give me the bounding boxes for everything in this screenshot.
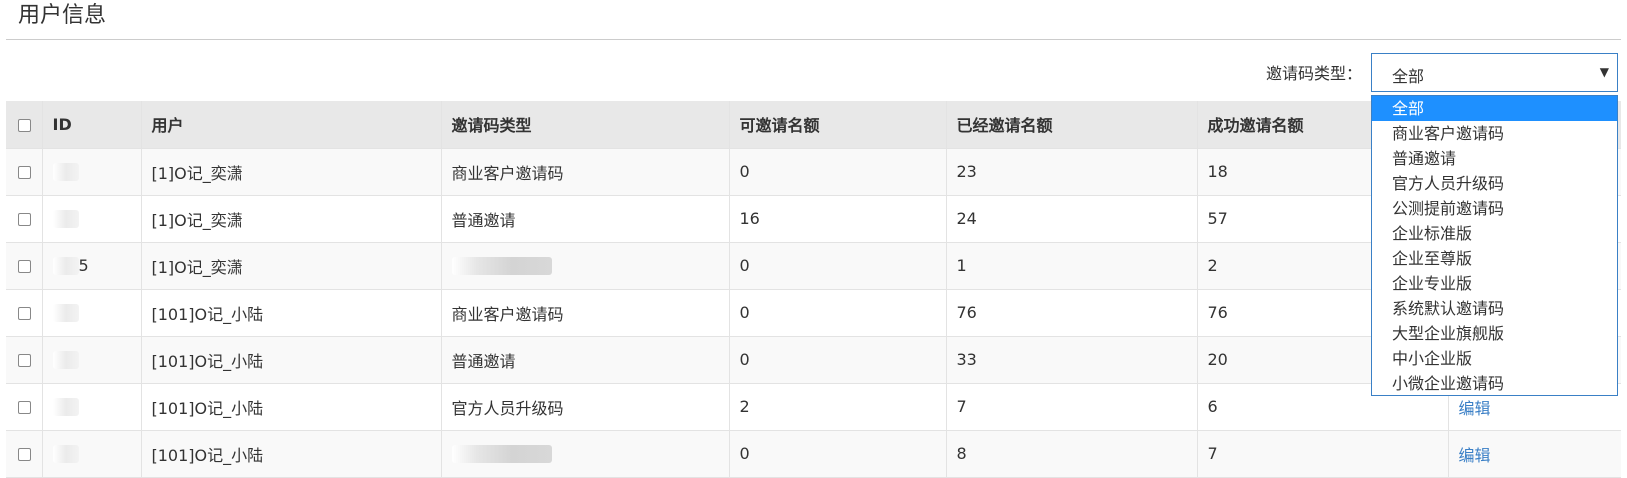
- cell-user: [101]O记_小陆: [140, 383, 441, 431]
- select-all-checkbox-cell[interactable]: [6, 101, 42, 149]
- cell-invite-type: 官方人员升级码: [440, 383, 729, 431]
- cell-action: 编辑: [1447, 430, 1621, 478]
- row-checkbox[interactable]: [18, 307, 31, 320]
- column-header-id[interactable]: ID: [41, 101, 141, 149]
- cell-invite-type: 商业客户邀请码: [440, 289, 729, 337]
- column-header-user[interactable]: 用户: [140, 101, 441, 149]
- chevron-down-icon: ▼: [1599, 65, 1609, 79]
- cell-available: 0: [728, 430, 946, 478]
- cell-invite-type: [440, 430, 729, 478]
- cell-available: 2: [728, 383, 946, 431]
- column-header-invite-type[interactable]: 邀请码类型: [440, 101, 729, 149]
- row-checkbox[interactable]: [18, 401, 31, 414]
- cell-user: [101]O记_小陆: [140, 336, 441, 384]
- table-row: [101]O记_小陆 0 8 7 编辑: [6, 430, 1621, 478]
- edit-link[interactable]: 编辑: [1459, 446, 1491, 465]
- cell-success: 7: [1196, 430, 1448, 478]
- dropdown-option[interactable]: 全部: [1372, 96, 1617, 121]
- cell-user: [101]O记_小陆: [140, 430, 441, 478]
- redacted-invite-type: [451, 257, 552, 276]
- title-divider: [6, 39, 1621, 40]
- cell-available: 0: [728, 289, 946, 337]
- column-header-invited-count[interactable]: 已经邀请名额: [945, 101, 1197, 149]
- dropdown-option[interactable]: 普通邀请: [1372, 146, 1617, 171]
- cell-user: [1]O记_奕潇: [140, 242, 441, 290]
- invite-type-label: 邀请码类型：: [1266, 64, 1363, 83]
- cell-invited: 7: [945, 383, 1197, 431]
- invite-type-select[interactable]: 全部 ▼: [1371, 53, 1618, 92]
- cell-invited: 1: [945, 242, 1197, 290]
- dropdown-option[interactable]: 中小企业版: [1372, 346, 1617, 371]
- cell-id: [41, 383, 141, 431]
- redacted-id: [52, 445, 79, 464]
- cell-available: 16: [728, 195, 946, 243]
- redacted-id: [52, 351, 79, 370]
- cell-invited: 23: [945, 148, 1197, 196]
- cell-id: [41, 148, 141, 196]
- cell-id: [41, 430, 141, 478]
- select-all-checkbox[interactable]: [18, 118, 31, 132]
- row-checkbox[interactable]: [18, 354, 31, 367]
- cell-available: 0: [728, 336, 946, 384]
- dropdown-option[interactable]: 企业专业版: [1372, 271, 1617, 296]
- dropdown-option[interactable]: 企业标准版: [1372, 221, 1617, 246]
- row-checkbox[interactable]: [18, 213, 31, 226]
- redacted-id: [52, 398, 79, 417]
- page-title: 用户信息: [18, 3, 107, 28]
- column-header-available-quota[interactable]: 可邀请名额: [728, 101, 946, 149]
- cell-id: [41, 289, 141, 337]
- cell-available: 0: [728, 242, 946, 290]
- dropdown-option[interactable]: 大型企业旗舰版: [1372, 321, 1617, 346]
- redacted-id: [52, 304, 79, 323]
- redacted-invite-type: [451, 445, 552, 464]
- invite-type-dropdown-list: 全部 商业客户邀请码 普通邀请 官方人员升级码 公测提前邀请码 企业标准版 企业…: [1371, 95, 1618, 396]
- cell-id: [41, 195, 141, 243]
- row-checkbox[interactable]: [18, 448, 31, 461]
- cell-available: 0: [728, 148, 946, 196]
- dropdown-option[interactable]: 公测提前邀请码: [1372, 196, 1617, 221]
- dropdown-option[interactable]: 官方人员升级码: [1372, 171, 1617, 196]
- edit-link[interactable]: 编辑: [1459, 399, 1491, 418]
- cell-invite-type: 普通邀请: [440, 336, 729, 384]
- cell-invite-type: 商业客户邀请码: [440, 148, 729, 196]
- row-checkbox-cell[interactable]: [6, 430, 42, 478]
- cell-id: 5: [41, 242, 141, 290]
- cell-user: [101]O记_小陆: [140, 289, 441, 337]
- redacted-id: [52, 163, 79, 182]
- row-checkbox-cell[interactable]: [6, 148, 42, 196]
- cell-invited: 33: [945, 336, 1197, 384]
- dropdown-option[interactable]: 系统默认邀请码: [1372, 296, 1617, 321]
- row-checkbox[interactable]: [18, 166, 31, 179]
- cell-user: [1]O记_奕潇: [140, 195, 441, 243]
- cell-invited: 24: [945, 195, 1197, 243]
- row-checkbox-cell[interactable]: [6, 336, 42, 384]
- cell-invited: 76: [945, 289, 1197, 337]
- row-checkbox-cell[interactable]: [6, 289, 42, 337]
- cell-invited: 8: [945, 430, 1197, 478]
- cell-id: [41, 336, 141, 384]
- redacted-id: [52, 210, 79, 229]
- dropdown-option[interactable]: 商业客户邀请码: [1372, 121, 1617, 146]
- cell-invite-type: 普通邀请: [440, 195, 729, 243]
- row-checkbox-cell[interactable]: [6, 383, 42, 431]
- dropdown-option[interactable]: 小微企业邀请码: [1372, 371, 1617, 396]
- row-checkbox[interactable]: [18, 260, 31, 273]
- invite-type-selected-value: 全部: [1392, 67, 1425, 86]
- cell-invite-type: [440, 242, 729, 290]
- cell-user: [1]O记_奕潇: [140, 148, 441, 196]
- dropdown-option[interactable]: 企业至尊版: [1372, 246, 1617, 271]
- row-checkbox-cell[interactable]: [6, 195, 42, 243]
- redacted-id: [52, 257, 79, 276]
- row-checkbox-cell[interactable]: [6, 242, 42, 290]
